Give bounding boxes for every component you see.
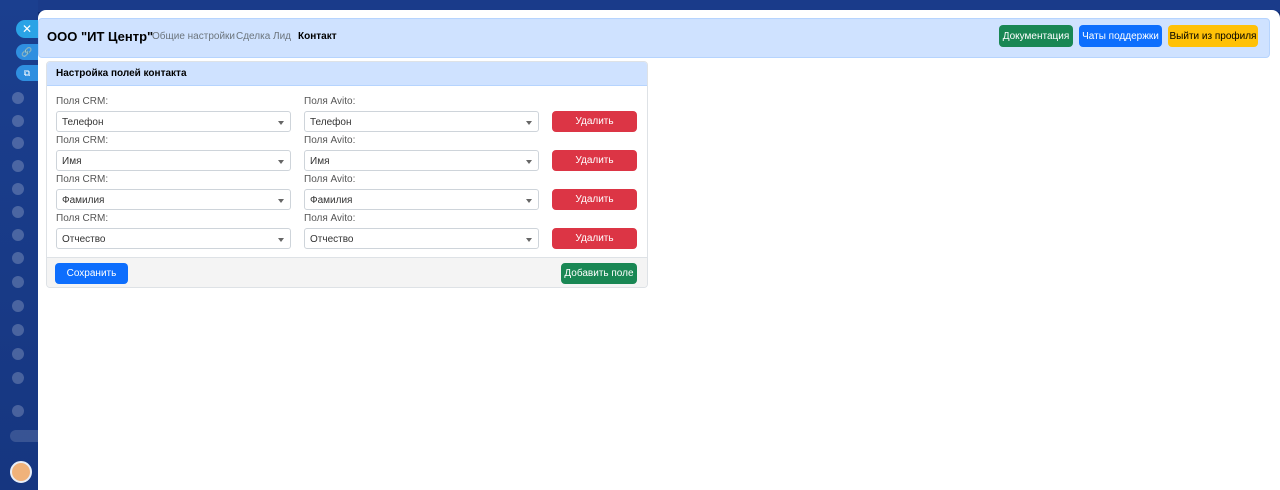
nav-link-lead[interactable]: Лид <box>273 31 291 42</box>
crm-field-label: Поля CRM: <box>56 96 109 107</box>
crm-field-value: Имя <box>62 156 82 167</box>
crm-field-select[interactable]: Имя <box>56 150 291 171</box>
avatar[interactable] <box>10 461 32 483</box>
avito-field-select[interactable]: Отчество <box>304 228 539 249</box>
delete-row-button[interactable]: Удалить <box>552 189 637 210</box>
nav-link-general-settings[interactable]: Общие настройки <box>152 31 235 42</box>
chevron-down-icon <box>526 199 532 203</box>
chevron-down-icon <box>278 160 284 164</box>
chevron-down-icon <box>526 121 532 125</box>
crm-field-label: Поля CRM: <box>56 213 109 224</box>
app-panel: ООО "ИТ Центр" Общие настройки Сделка Ли… <box>38 10 1280 490</box>
avito-field-label: Поля Avito: <box>304 174 356 185</box>
host-sidebar-icon <box>12 92 24 104</box>
card-title: Настройка полей контакта <box>56 68 187 79</box>
host-sidebar-icon <box>12 252 24 264</box>
add-field-button[interactable]: Добавить поле <box>561 263 637 284</box>
contact-fields-card: Настройка полей контакта Поля CRM: Поля … <box>46 61 648 288</box>
card-header: Настройка полей контакта <box>47 62 647 86</box>
host-sidebar-icon <box>12 405 24 417</box>
avito-field-label: Поля Avito: <box>304 135 356 146</box>
documentation-button[interactable]: Документация <box>999 25 1073 47</box>
avito-field-label: Поля Avito: <box>304 213 356 224</box>
host-sidebar-icon <box>12 206 24 218</box>
avito-field-value: Телефон <box>310 117 352 128</box>
chevron-down-icon <box>526 160 532 164</box>
crm-field-value: Телефон <box>62 117 104 128</box>
logout-button[interactable]: Выйти из профиля <box>1168 25 1258 47</box>
external-link-icon[interactable]: ⧉ <box>16 65 38 81</box>
host-sidebar-icon <box>12 137 24 149</box>
host-sidebar-icon <box>12 160 24 172</box>
crm-field-select[interactable]: Телефон <box>56 111 291 132</box>
crm-field-select[interactable]: Отчество <box>56 228 291 249</box>
host-sidebar-icon <box>12 115 24 127</box>
support-chats-button[interactable]: Чаты поддержки <box>1079 25 1162 47</box>
avito-field-select[interactable]: Телефон <box>304 111 539 132</box>
link-icon[interactable]: 🔗 <box>16 44 38 60</box>
delete-row-button[interactable]: Удалить <box>552 111 637 132</box>
card-footer: Сохранить Добавить поле <box>47 257 647 287</box>
delete-row-button[interactable]: Удалить <box>552 228 637 249</box>
avito-field-select[interactable]: Имя <box>304 150 539 171</box>
avito-field-label: Поля Avito: <box>304 96 356 107</box>
host-sidebar-icon <box>12 300 24 312</box>
chevron-down-icon <box>526 238 532 242</box>
chevron-down-icon <box>278 238 284 242</box>
close-icon[interactable]: ✕ <box>16 20 38 38</box>
avito-field-value: Отчество <box>310 234 354 245</box>
delete-row-button[interactable]: Удалить <box>552 150 637 171</box>
avito-field-value: Имя <box>310 156 330 167</box>
crm-field-value: Фамилия <box>62 195 105 206</box>
host-sidebar-icon <box>12 183 24 195</box>
host-sidebar-icon <box>12 372 24 384</box>
brand-title[interactable]: ООО "ИТ Центр" <box>47 29 153 44</box>
host-sidebar-icon <box>12 348 24 360</box>
crm-field-value: Отчество <box>62 234 106 245</box>
chevron-down-icon <box>278 121 284 125</box>
crm-field-label: Поля CRM: <box>56 135 109 146</box>
crm-field-label: Поля CRM: <box>56 174 109 185</box>
host-sidebar-icon <box>12 229 24 241</box>
avito-field-value: Фамилия <box>310 195 353 206</box>
chevron-down-icon <box>278 199 284 203</box>
nav-link-deal[interactable]: Сделка <box>236 31 270 42</box>
nav-link-contact[interactable]: Контакт <box>298 31 337 42</box>
host-sidebar-pill <box>10 430 38 442</box>
navbar: ООО "ИТ Центр" Общие настройки Сделка Ли… <box>38 18 1270 58</box>
host-sidebar-icon <box>12 276 24 288</box>
host-sidebar-icon <box>12 324 24 336</box>
save-button[interactable]: Сохранить <box>55 263 128 284</box>
avito-field-select[interactable]: Фамилия <box>304 189 539 210</box>
crm-field-select[interactable]: Фамилия <box>56 189 291 210</box>
